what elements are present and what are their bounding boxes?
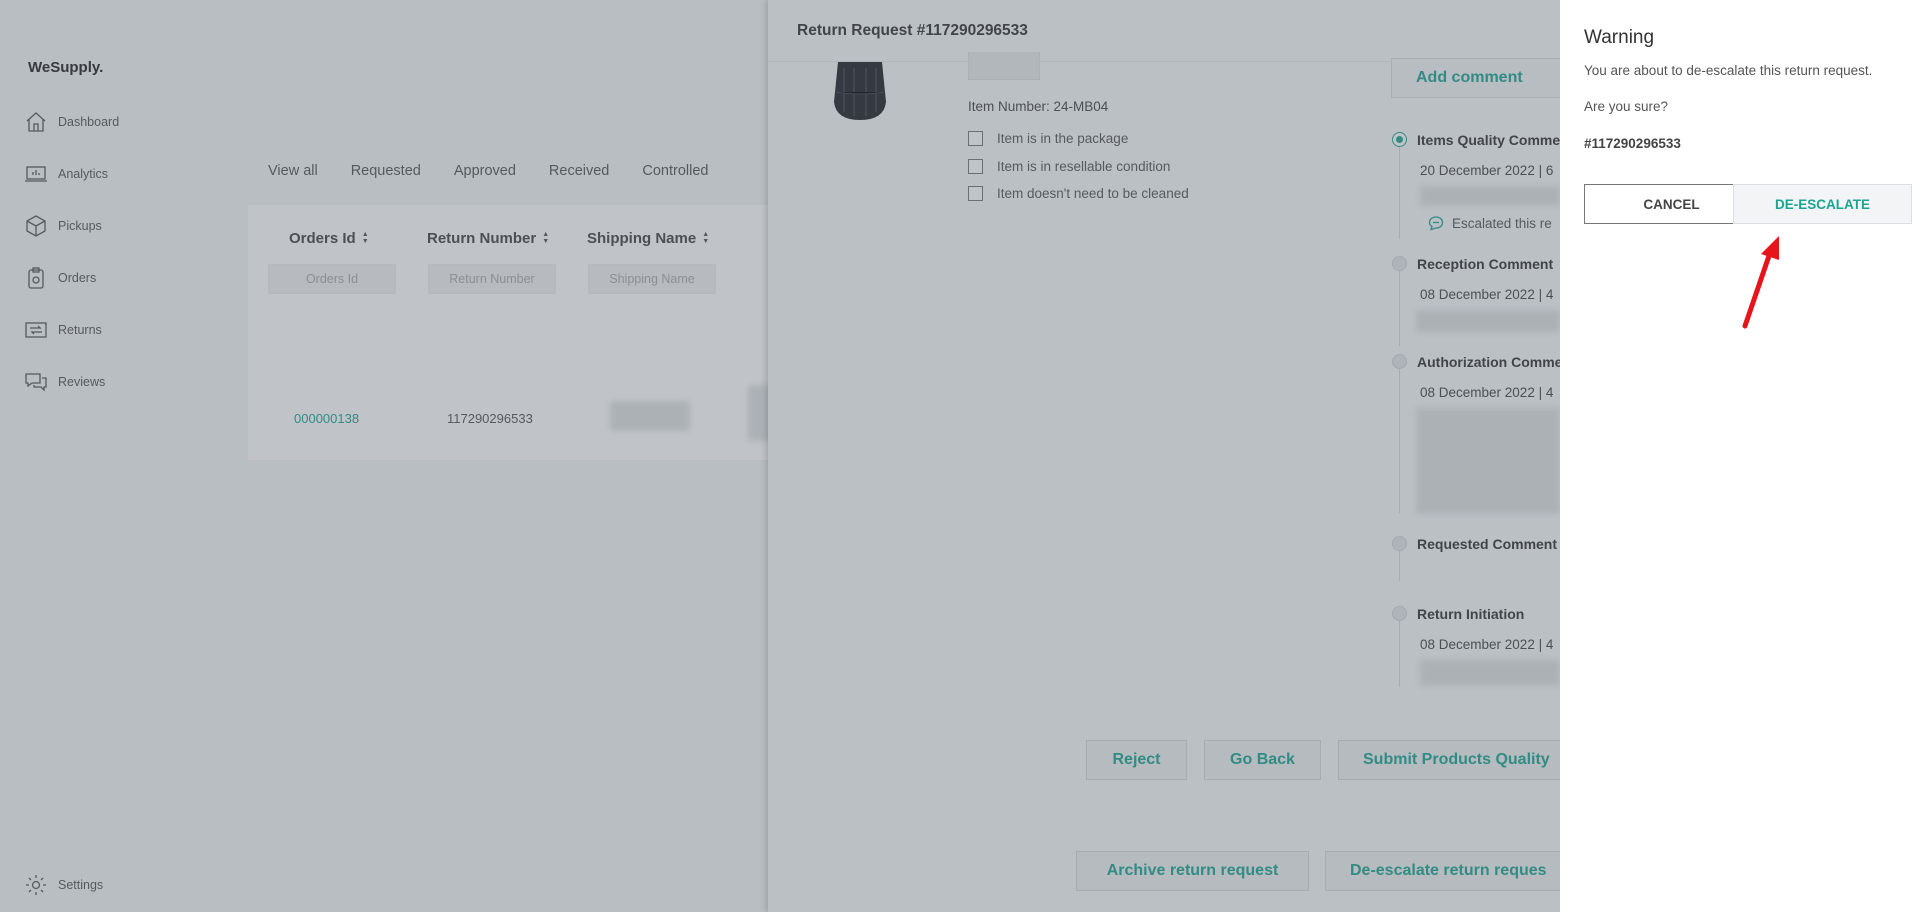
timeline-line [1399,551,1400,581]
sidebar: WeSupply. Dashboard Analytics Pickups Or… [0,0,200,912]
analytics-icon [25,166,47,182]
sort-icon[interactable] [542,232,552,245]
timeline-dot [1392,256,1407,271]
timeline-title: Return Initiation [1417,606,1525,622]
blurred-comment [1416,310,1560,332]
timeline-dot [1392,354,1407,369]
blurred-comment [1420,186,1560,206]
box-icon [26,215,46,237]
archive-return-request-button[interactable]: Archive return request [1076,851,1309,891]
timeline-title: Reception Comment [1417,256,1554,272]
panel-header: Return Request #117290296533 [768,0,1560,62]
tab-approved[interactable]: Approved [454,163,516,179]
tab-controlled[interactable]: Controlled [642,163,708,179]
return-status-tabs: View all Requested Approved Received Con… [268,163,741,179]
clipboard-icon [28,267,44,289]
tab-view-all[interactable]: View all [268,163,318,179]
brand-logo: WeSupply. [28,59,104,76]
sort-icon[interactable] [362,232,372,245]
sort-icon[interactable] [702,232,712,245]
checkbox[interactable] [968,186,983,201]
returns-table: Orders Id Return Number Shipping Name Or… [248,205,778,460]
tab-received[interactable]: Received [549,163,609,179]
warning-drawer: Warning You are about to de-escalate thi… [1560,0,1920,912]
gear-icon [26,875,46,895]
return-request-panel: Return Request #117290296533 Item Number… [768,0,1560,912]
sidebar-item-analytics[interactable]: Analytics [24,159,108,189]
checkbox[interactable] [968,159,983,174]
reject-button[interactable]: Reject [1086,740,1187,780]
shipping-name-filter-input[interactable]: Shipping Name [588,264,716,294]
warning-request-id: #117290296533 [1584,136,1681,151]
returns-icon [25,322,47,338]
product-image [834,62,886,120]
check-no-cleaning-needed[interactable]: Item doesn't need to be cleaned [968,186,1189,201]
submit-products-quality-button[interactable]: Submit Products Quality [1338,740,1560,780]
blurred-comment [1420,660,1560,686]
timeline-title: Authorization Comme [1417,354,1560,370]
column-header-return-number[interactable]: Return Number [427,230,552,247]
tab-requested[interactable]: Requested [351,163,421,179]
blurred-comment [1416,408,1560,514]
sidebar-item-label: Pickups [58,219,102,233]
return-number-filter-input[interactable]: Return Number [428,264,556,294]
add-comment-button[interactable]: Add comment [1391,58,1560,98]
timeline-line [1399,621,1400,687]
sidebar-item-settings[interactable]: Settings [24,873,103,897]
reviews-icon [25,373,47,392]
go-back-button[interactable]: Go Back [1204,740,1321,780]
timeline-title: Items Quality Comme [1417,132,1560,148]
sidebar-item-label: Analytics [58,167,109,181]
warning-question: Are you sure? [1584,99,1669,114]
sidebar-item-orders[interactable]: Orders [24,263,96,293]
check-item-in-package[interactable]: Item is in the package [968,131,1128,146]
panel-title: Return Request #117290296533 [797,22,1028,39]
escalated-note: Escalated this re [1428,215,1552,231]
sidebar-item-label: Dashboard [58,115,120,129]
sidebar-item-label: Orders [58,271,97,285]
sidebar-item-reviews[interactable]: Reviews [24,367,105,397]
top-bar [200,0,768,40]
quantity-field[interactable] [968,52,1040,80]
timeline-date: 08 December 2022 | 4 [1420,637,1554,652]
orders-id-filter-input[interactable]: Orders Id [268,264,396,294]
warning-message: You are about to de-escalate this return… [1584,63,1873,78]
main-content: View all Requested Approved Received Con… [200,0,778,912]
timeline-line [1399,147,1400,239]
order-id-link[interactable]: 000000138 [294,411,359,426]
timeline-line [1399,271,1400,346]
timeline-dot [1392,536,1407,551]
timeline-dot-active [1392,132,1407,147]
sidebar-item-returns[interactable]: Returns [24,315,102,345]
sidebar-item-dashboard[interactable]: Dashboard [24,107,119,137]
blurred-shipping-name [610,401,690,431]
timeline-line [1399,369,1400,513]
timeline-date: 08 December 2022 | 4 [1420,287,1554,302]
column-header-shipping-name[interactable]: Shipping Name [587,230,712,247]
checkbox[interactable] [968,131,983,146]
sidebar-item-label: Reviews [58,375,106,389]
check-resellable-condition[interactable]: Item is in resellable condition [968,159,1170,174]
de-escalate-button[interactable]: DE-ESCALATE [1733,184,1912,224]
warning-title: Warning [1584,27,1655,48]
settings-label: Settings [58,878,104,892]
de-escalate-return-request-button[interactable]: De-escalate return reques [1325,851,1560,891]
sidebar-item-label: Returns [58,323,102,337]
timeline-dot [1392,606,1407,621]
timeline-title: Requested Comment [1417,536,1558,552]
annotation-arrow-icon [1742,236,1779,329]
return-number-cell: 117290296533 [447,411,533,426]
item-number: Item Number: 24-MB04 [968,99,1109,114]
timeline-date: 20 December 2022 | 6 [1420,163,1554,178]
home-icon [26,112,46,132]
column-header-orders-id[interactable]: Orders Id [289,230,372,247]
sidebar-item-pickups[interactable]: Pickups [24,211,102,241]
comment-icon [1428,216,1444,231]
timeline-date: 08 December 2022 | 4 [1420,385,1554,400]
